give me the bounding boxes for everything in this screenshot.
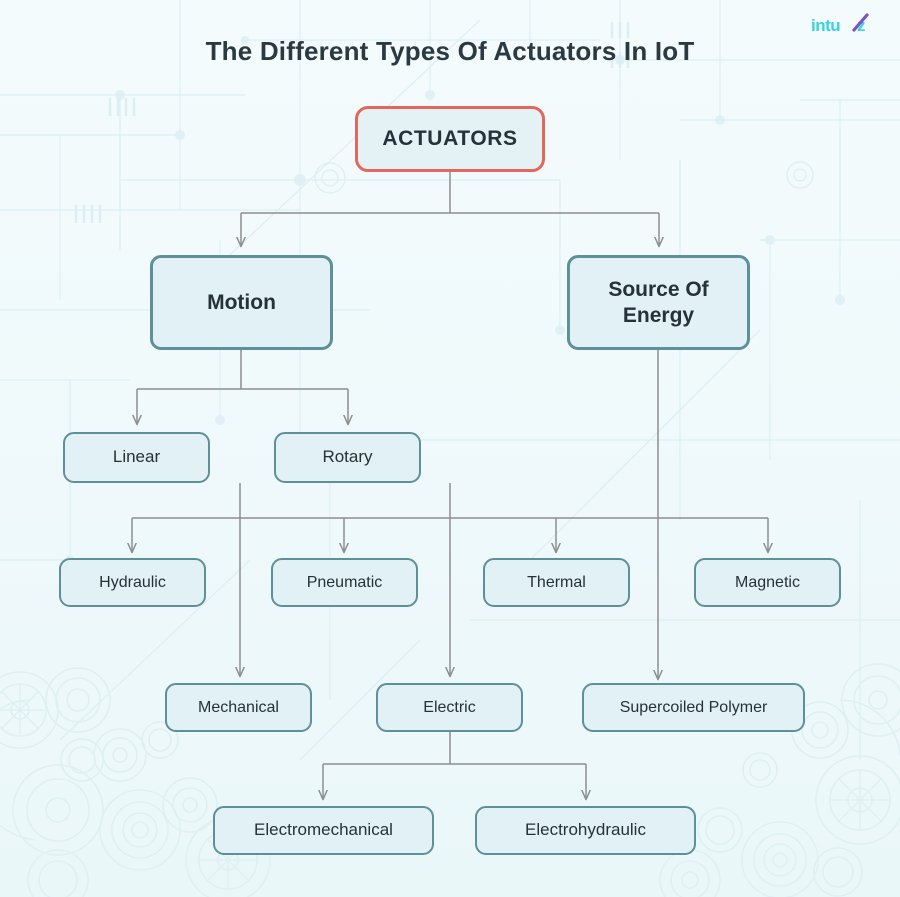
node-electromechanical[interactable]: Electromechanical	[213, 806, 434, 855]
node-actuators[interactable]: ACTUATORS	[355, 106, 545, 172]
node-source-of-energy-line1: Source Of	[608, 277, 709, 301]
diagram-canvas: intu z The Different Types Of Actuators …	[0, 0, 900, 897]
node-rotary[interactable]: Rotary	[274, 432, 421, 483]
node-pneumatic[interactable]: Pneumatic	[271, 558, 418, 607]
node-source-of-energy-line2: Energy	[622, 303, 695, 327]
node-magnetic[interactable]: Magnetic	[694, 558, 841, 607]
node-supercoiled-polymer[interactable]: Supercoiled Polymer	[582, 683, 805, 732]
node-mechanical[interactable]: Mechanical	[165, 683, 312, 732]
node-electric[interactable]: Electric	[376, 683, 523, 732]
node-thermal[interactable]: Thermal	[483, 558, 630, 607]
node-source-of-energy[interactable]: Source Of Energy	[567, 255, 750, 350]
node-electrohydraulic[interactable]: Electrohydraulic	[475, 806, 696, 855]
node-motion[interactable]: Motion	[150, 255, 333, 350]
node-linear[interactable]: Linear	[63, 432, 210, 483]
node-hydraulic[interactable]: Hydraulic	[59, 558, 206, 607]
